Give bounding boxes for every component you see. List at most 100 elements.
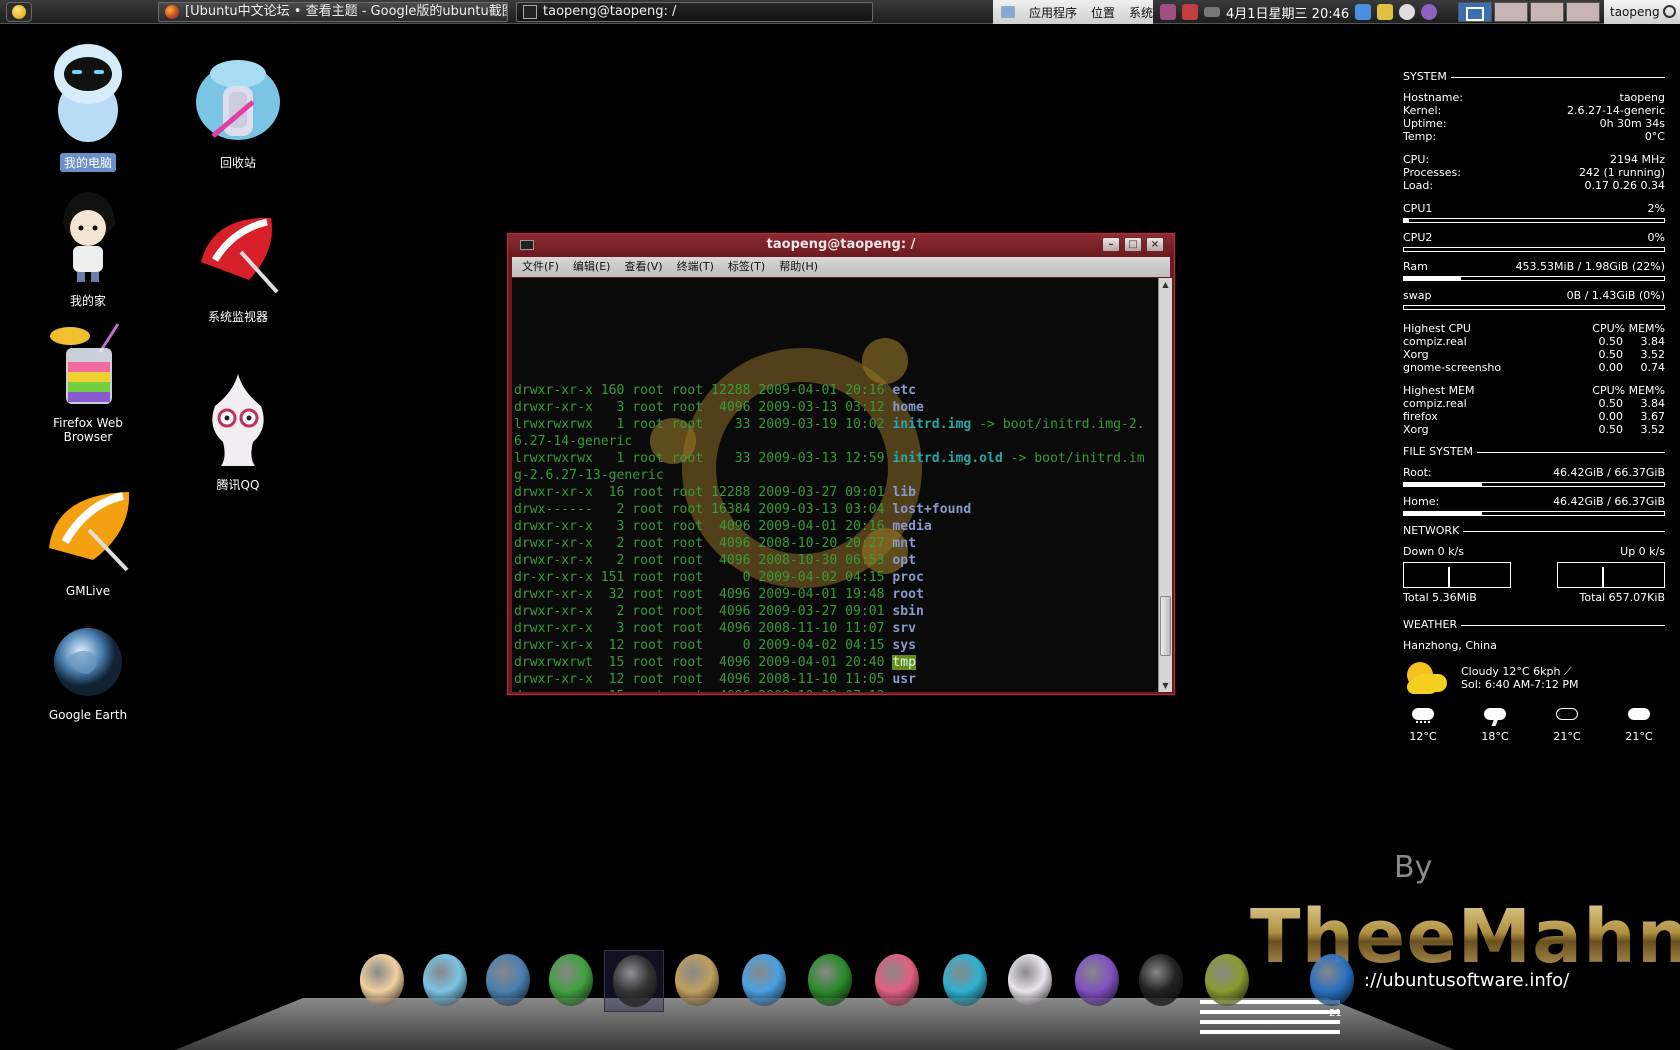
cocktail-glass-icon xyxy=(50,323,120,404)
partly-cloudy-icon xyxy=(1554,706,1580,726)
globe-dock-launcher[interactable] xyxy=(478,950,538,1012)
shinigami-dock-launcher[interactable] xyxy=(604,950,664,1012)
robot-pink-dock-launcher[interactable] xyxy=(935,950,995,1012)
ls-link-target: -> boot/initrd.im xyxy=(1002,451,1145,466)
usage-bar-fill xyxy=(1404,277,1462,280)
settings-icon[interactable] xyxy=(1399,4,1416,20)
scroll-up-icon[interactable]: ▲ xyxy=(1159,278,1172,291)
character-dock-launcher[interactable] xyxy=(352,950,412,1012)
terminal-menu-item[interactable]: 查看(V) xyxy=(624,257,662,277)
ghost-dock-launcher[interactable] xyxy=(1000,950,1060,1012)
menu-places[interactable]: 位置 xyxy=(1091,4,1115,21)
network-icon[interactable] xyxy=(1355,4,1372,20)
clock[interactable]: 4月1日星期三 20:46 xyxy=(1226,3,1349,22)
terminal-menu-item[interactable]: 帮助(H) xyxy=(779,257,818,277)
desktop-icon-home[interactable]: 我的家 xyxy=(23,188,153,310)
mime-dock-icon xyxy=(1139,954,1183,1006)
conky-label: Temp: xyxy=(1403,130,1437,143)
network-speeds: Down 0 k/s Up 0 k/s xyxy=(1403,545,1665,558)
ls-attributes: lrwxrwxrwx 1 root root 33 2009-03-19 10:… xyxy=(514,417,893,432)
wreath-dock-launcher[interactable] xyxy=(800,950,860,1012)
orb-dock-launcher[interactable] xyxy=(1067,950,1127,1012)
terminal-line: lrwxrwxrwx 1 root root 33 2009-03-13 12:… xyxy=(514,450,1158,467)
workspace-3[interactable] xyxy=(1530,2,1564,22)
taskbar-firefox-window[interactable]: [Ubuntu中文论坛 • 查看主题 - Google版的ubuntu截图... xyxy=(158,2,508,22)
volume-icon[interactable] xyxy=(1421,4,1438,20)
desktop-icon-gmlive[interactable]: GMLive xyxy=(23,486,153,599)
conky-label: CPU: xyxy=(1403,153,1430,166)
conky-label: swap xyxy=(1403,289,1432,302)
notification-icon[interactable] xyxy=(1377,4,1394,20)
user-switcher[interactable]: taopeng xyxy=(1604,0,1680,24)
terminal-line: drwxr-xr-x 16 root root 12288 2009-03-27… xyxy=(514,484,1158,501)
conky-label: Home: xyxy=(1403,495,1440,508)
conky-value: 0% xyxy=(1647,231,1665,244)
usage-bar xyxy=(1403,218,1665,223)
mime-dock-launcher[interactable] xyxy=(1131,950,1191,1012)
globe-icon xyxy=(54,628,122,696)
globe-dock-icon xyxy=(486,954,530,1006)
power-icon[interactable] xyxy=(1663,5,1676,18)
umbrella-dock-launcher[interactable] xyxy=(541,950,601,1012)
desktop-icon-qq[interactable]: 腾讯QQ xyxy=(173,372,303,494)
branding-by: By xyxy=(1394,850,1433,885)
balloons-dock-launcher[interactable] xyxy=(867,950,927,1012)
conky-value: 242 (1 running) xyxy=(1578,166,1665,179)
conky-label: CPU1 xyxy=(1403,202,1433,215)
workspace-1[interactable] xyxy=(1458,2,1492,22)
process-cpu: 0.50 xyxy=(1598,348,1624,361)
ls-filename: sbin xyxy=(892,604,924,619)
applet-icon[interactable] xyxy=(1182,4,1198,20)
trash-dock-icon xyxy=(1310,954,1354,1006)
ls-filename: opt xyxy=(892,553,917,568)
ls-filename: media xyxy=(892,519,932,534)
desktop-icon-my-computer[interactable]: 我的电脑 xyxy=(23,40,153,172)
top-panel: [Ubuntu中文论坛 • 查看主题 - Google版的ubuntu截图...… xyxy=(0,0,1680,24)
desktop-icon-system-monitor[interactable]: 系统监视器 xyxy=(173,210,303,326)
minimize-button[interactable]: – xyxy=(1102,237,1120,252)
trash-dock-launcher[interactable] xyxy=(1302,950,1362,1012)
robot-dock-launcher[interactable] xyxy=(415,950,475,1012)
ls-filename: initrd.img.old xyxy=(892,451,1003,466)
icon-label: 系统监视器 xyxy=(207,310,268,324)
trash-robot-icon xyxy=(196,60,280,140)
terminal-menu-item[interactable]: 标签(T) xyxy=(728,257,765,277)
terminal-titlebar[interactable]: taopeng@taopeng: / – □ × xyxy=(508,234,1174,256)
workspace-2[interactable] xyxy=(1494,2,1528,22)
process-cpu: 0.50 xyxy=(1598,423,1624,436)
keyboard-icon[interactable] xyxy=(1204,7,1220,17)
terminal-menu-item[interactable]: 编辑(E) xyxy=(573,257,611,277)
taskbar-terminal-window[interactable]: taopeng@taopeng: / xyxy=(516,2,873,22)
desktop-icon-firefox[interactable]: Firefox Web Browser xyxy=(23,322,153,445)
window-menu-icon[interactable] xyxy=(520,240,534,250)
close-button[interactable]: × xyxy=(1146,237,1164,252)
scroll-down-icon[interactable]: ▼ xyxy=(1159,679,1172,692)
ls-filename: lib xyxy=(892,485,917,500)
menu-system[interactable]: 系统 xyxy=(1129,4,1153,21)
desktop-icon-google-earth[interactable]: Google Earth xyxy=(23,624,153,723)
section-title: NETWORK xyxy=(1403,524,1460,537)
terminal-menu-item[interactable]: 终端(T) xyxy=(677,257,714,277)
conky-value: 46.42GiB / 66.37GiB xyxy=(1553,495,1665,508)
weather-forecast: 12°C 18°C 21°C 21°C xyxy=(1403,706,1665,743)
forecast-temp: 21°C xyxy=(1625,730,1653,743)
scroll-thumb[interactable] xyxy=(1160,596,1171,657)
ls-filename: usr xyxy=(892,672,917,687)
terminal-output[interactable]: drwxr-xr-x 160 root root 12288 2009-04-0… xyxy=(512,278,1158,692)
cocktail-dock-icon xyxy=(675,954,719,1006)
applet-icon[interactable] xyxy=(1160,4,1176,20)
terminal-menu-item[interactable]: 文件(F) xyxy=(522,257,559,277)
yoda-dock-launcher[interactable] xyxy=(1197,950,1257,1012)
workspace-4[interactable] xyxy=(1566,2,1600,22)
desktop-icon-trash[interactable]: 回收站 xyxy=(173,52,303,172)
brush-cup-dock-launcher[interactable] xyxy=(734,950,794,1012)
orange-umbrella-icon xyxy=(49,492,130,572)
ls-attributes: drwxr-xr-x 3 root root 4096 2009-04-01 2… xyxy=(514,519,893,534)
main-menu-icon[interactable] xyxy=(6,2,32,22)
forecast-temp: 12°C xyxy=(1409,730,1437,743)
menu-applications[interactable]: 应用程序 xyxy=(1029,4,1077,21)
cocktail-dock-launcher[interactable] xyxy=(667,950,727,1012)
maximize-button[interactable]: □ xyxy=(1124,237,1142,252)
robot-computer-icon xyxy=(54,44,122,142)
terminal-scrollbar[interactable]: ▲ ▼ xyxy=(1158,278,1172,692)
